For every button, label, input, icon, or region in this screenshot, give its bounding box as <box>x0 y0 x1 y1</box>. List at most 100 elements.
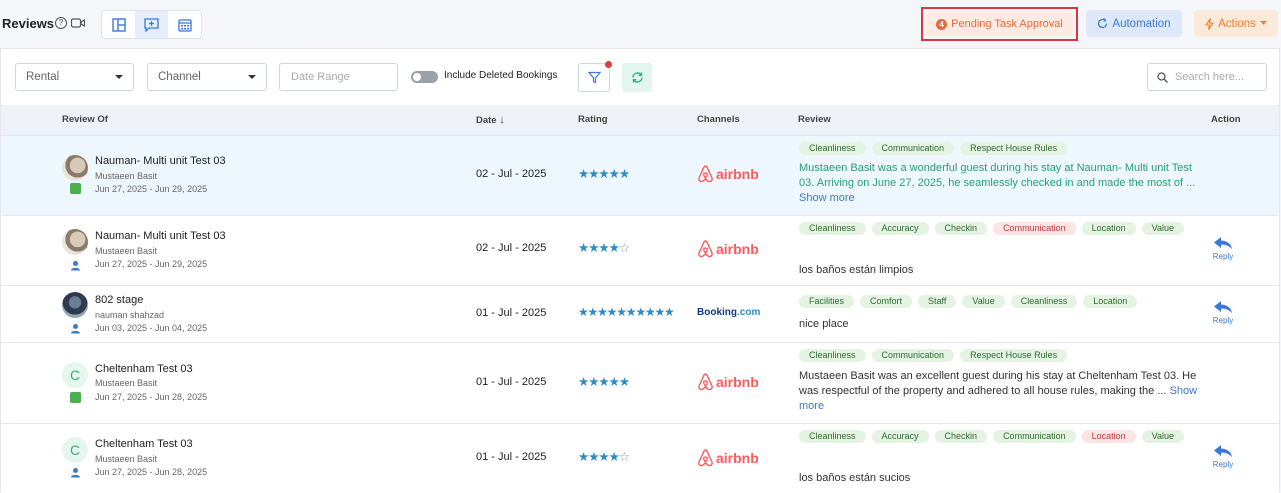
review-date: 01 - Jul - 2025 <box>476 451 547 463</box>
review-text: los baños están limpios <box>799 264 914 276</box>
table-row[interactable]: C Cheltenham Test 03 Mustaeen Basit Jun … <box>1 342 1279 423</box>
review-tags: Cleanliness Accuracy Checkin Communicati… <box>799 222 1199 235</box>
property-name[interactable]: Cheltenham Test 03 <box>95 438 193 450</box>
booking-source-icon <box>70 392 81 403</box>
calendar-icon <box>177 18 192 32</box>
table-row[interactable]: 802 stage nauman shahzad Jun 03, 2025 - … <box>1 285 1279 342</box>
review-tag: Accuracy <box>871 430 929 443</box>
review-tag: Cleanliness <box>1010 295 1078 308</box>
avatar: C <box>62 362 88 388</box>
help-icon[interactable]: ? <box>55 17 67 29</box>
filter-active-dot <box>605 61 612 68</box>
review-tag: Checkin <box>934 222 988 235</box>
user-icon <box>71 468 80 478</box>
property-name[interactable]: Cheltenham Test 03 <box>95 363 193 375</box>
reply-icon <box>1214 237 1232 249</box>
reply-button[interactable]: Reply <box>1210 236 1236 261</box>
pending-count-badge: 4 <box>936 18 948 30</box>
airbnb-icon <box>698 165 713 183</box>
stay-dates: Jun 27, 2025 - Jun 28, 2025 <box>95 467 208 477</box>
col-review-of: Review Of <box>62 114 108 125</box>
comment-plus-icon <box>144 17 159 32</box>
rating-stars: ★★★★★ <box>578 374 630 389</box>
channel-select-value: Channel <box>158 71 201 83</box>
chevron-down-icon <box>248 75 256 79</box>
table-header: Review Of Date ↓ Rating Channels Review … <box>1 105 1279 135</box>
col-date-label: Date <box>476 115 497 126</box>
automation-button[interactable]: Automation <box>1086 10 1182 37</box>
col-date[interactable]: Date ↓ <box>476 114 505 126</box>
review-body: Mustaeen Basit was an excellent guest du… <box>799 370 1197 397</box>
refresh-icon <box>631 72 643 83</box>
star-filled: ★★★★★ <box>578 375 630 389</box>
avatar <box>62 229 88 255</box>
star-empty: ☆ <box>618 241 630 255</box>
table-row[interactable]: C Cheltenham Test 03 Mustaeen Basit Jun … <box>1 423 1279 493</box>
airbnb-icon <box>698 373 713 391</box>
top-bar: Reviews ? 4 Pending Task Approval Automa… <box>0 0 1281 48</box>
toggle-knob <box>413 73 421 81</box>
airbnb-icon <box>698 449 713 467</box>
actions-dropdown[interactable]: Actions <box>1194 10 1278 37</box>
star-filled: ★★★★ <box>578 450 620 464</box>
filter-icon <box>587 71 601 84</box>
booking-name: Booking <box>697 307 737 318</box>
col-action: Action <box>1211 114 1241 125</box>
star-empty: ☆ <box>618 450 630 464</box>
stay-dates: Jun 27, 2025 - Jun 29, 2025 <box>95 259 208 269</box>
actions-label: Actions <box>1218 17 1256 30</box>
advanced-filter-button[interactable] <box>578 61 612 92</box>
reviews-panel: Rental Channel Date Range Include Delete… <box>0 48 1280 493</box>
airbnb-logo: airbnb <box>697 240 759 258</box>
review-date: 01 - Jul - 2025 <box>476 376 547 388</box>
grid-view-button[interactable] <box>102 11 135 38</box>
reply-button[interactable]: Reply <box>1210 444 1236 469</box>
stay-dates: Jun 27, 2025 - Jun 29, 2025 <box>95 184 208 194</box>
channel-select[interactable]: Channel <box>147 63 267 91</box>
star-filled: ★★★★★★★★★★ <box>578 305 675 319</box>
filter-bar: Rental Channel Date Range Include Delete… <box>1 49 1279 105</box>
review-tag: Location <box>1081 222 1136 235</box>
pending-label: Pending Task Approval <box>951 18 1063 30</box>
review-text: Mustaeen Basit was a wonderful guest dur… <box>799 161 1199 206</box>
reply-label: Reply <box>1212 252 1234 261</box>
rental-select[interactable]: Rental <box>15 63 134 91</box>
guest-name: nauman shahzad <box>95 310 165 320</box>
date-range-input[interactable]: Date Range <box>279 63 398 91</box>
review-tag: Communication <box>871 349 955 362</box>
star-filled: ★★★★ <box>578 241 620 255</box>
reply-label: Reply <box>1212 460 1234 469</box>
review-view-button[interactable] <box>135 11 168 38</box>
lightning-icon <box>1205 17 1215 30</box>
include-deleted-toggle[interactable] <box>411 71 438 83</box>
guest-name: Mustaeen Basit <box>95 378 158 388</box>
pending-task-approval-button[interactable]: 4 Pending Task Approval <box>926 12 1073 36</box>
review-tag: Communication <box>993 222 1076 235</box>
rental-select-value: Rental <box>26 71 60 83</box>
stay-dates: Jun 27, 2025 - Jun 28, 2025 <box>95 392 208 402</box>
channel-name: airbnb <box>716 450 759 466</box>
search-input[interactable]: Search here... <box>1147 63 1267 91</box>
col-channels: Channels <box>697 114 740 125</box>
show-more-link[interactable]: Show more <box>799 192 855 204</box>
chevron-down-icon <box>115 75 123 79</box>
reply-icon <box>1214 301 1232 313</box>
avatar <box>62 155 88 181</box>
review-tag: Respect House Rules <box>960 142 1068 155</box>
video-icon[interactable] <box>71 17 85 29</box>
include-deleted-label: Include Deleted Bookings <box>444 70 558 81</box>
review-tag: Value <box>1141 222 1184 235</box>
property-name[interactable]: 802 stage <box>95 294 143 306</box>
layout-icon <box>111 17 126 32</box>
calendar-view-button[interactable] <box>168 11 201 38</box>
property-name[interactable]: Nauman- Multi unit Test 03 <box>95 155 226 167</box>
refresh-button[interactable] <box>622 63 652 92</box>
review-tag: Respect House Rules <box>960 349 1068 362</box>
reply-button[interactable]: Reply <box>1210 300 1236 325</box>
property-name[interactable]: Nauman- Multi unit Test 03 <box>95 230 226 242</box>
sync-icon <box>1098 18 1108 29</box>
user-icon <box>71 324 80 334</box>
table-row[interactable]: Nauman- Multi unit Test 03 Mustaeen Basi… <box>1 135 1279 215</box>
review-tag: Cleanliness <box>799 430 866 443</box>
table-row[interactable]: Nauman- Multi unit Test 03 Mustaeen Basi… <box>1 215 1279 285</box>
